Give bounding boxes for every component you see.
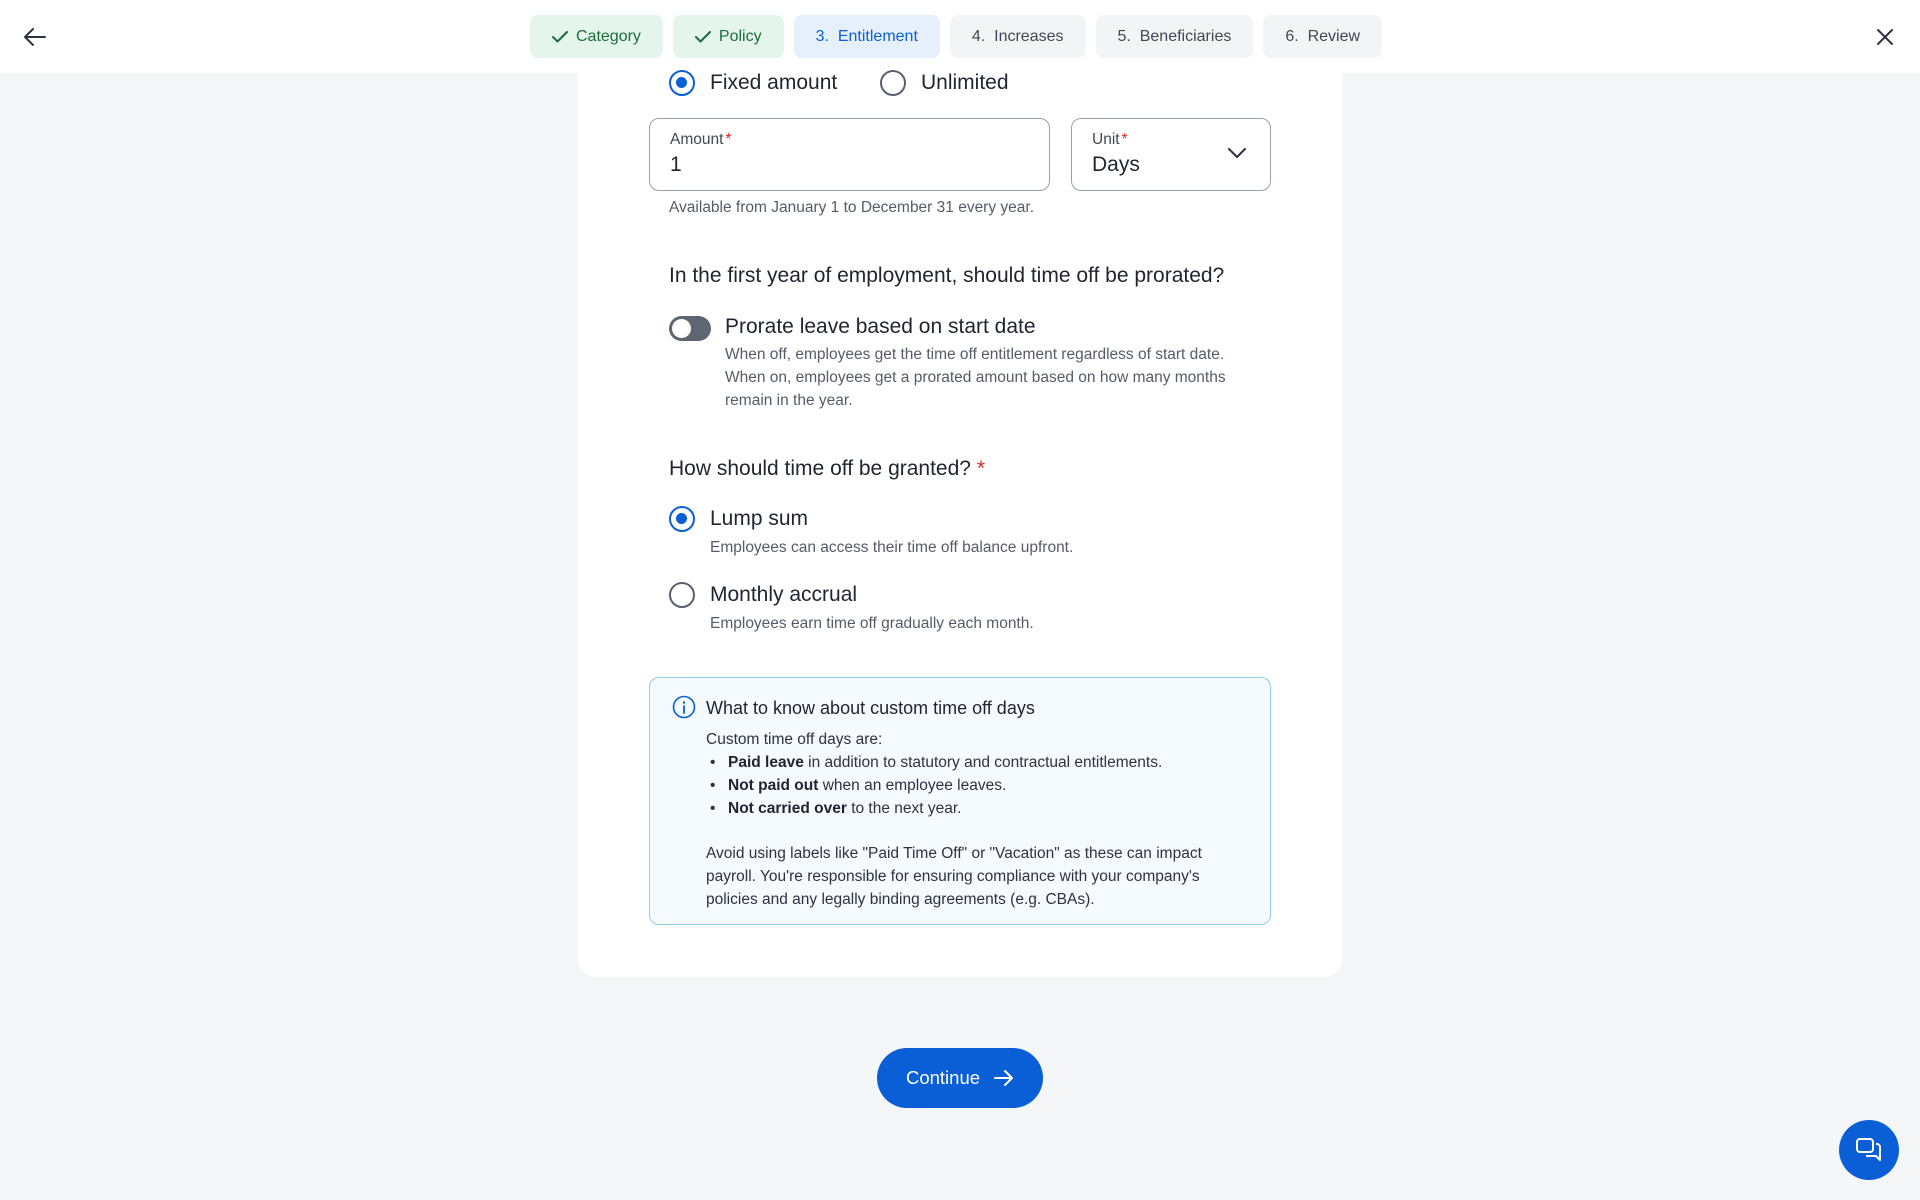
continue-label: Continue	[905, 1067, 981, 1088]
back-button[interactable]	[20, 22, 50, 52]
info-intro: Custom time off days are:	[706, 731, 883, 748]
step-category[interactable]: Category	[530, 15, 663, 58]
monthly-accrual-radio[interactable]	[669, 582, 695, 608]
unit-value: Days	[1092, 153, 1140, 176]
chat-icon	[1856, 1138, 1881, 1161]
step-review[interactable]: 6. Review	[1263, 15, 1383, 58]
prorate-toggle-label[interactable]: Prorate leave based on start date	[725, 315, 1036, 339]
availability-note: Available from January 1 to December 31 …	[669, 199, 1035, 216]
list-item: Not paid out when an employee leaves.	[706, 774, 1246, 797]
info-icon	[672, 695, 696, 724]
amount-label: Amount *	[670, 131, 732, 148]
unlimited-label[interactable]: Unlimited	[921, 71, 1009, 95]
unlimited-radio[interactable]	[880, 70, 906, 96]
info-title: What to know about custom time off days	[706, 698, 1035, 718]
monthly-accrual-label[interactable]: Monthly accrual	[710, 583, 857, 607]
continue-button[interactable]: Continue	[877, 1048, 1043, 1108]
arrow-left-icon	[24, 28, 46, 46]
unit-select[interactable]: Unit * Days	[1071, 118, 1271, 191]
step-policy[interactable]: Policy	[672, 15, 784, 58]
list-item: Paid leave in addition to statutory and …	[706, 751, 1246, 774]
step-increases[interactable]: 4. Increases	[949, 15, 1086, 58]
chat-button[interactable]	[1839, 1120, 1899, 1180]
info-callout: What to know about custom time off days …	[649, 677, 1271, 925]
info-body: Custom time off days are: Paid leave in …	[706, 728, 1246, 911]
prorate-description: When off, employees get the time off ent…	[725, 346, 1226, 409]
step-label: Policy	[718, 27, 762, 45]
lump-sum-label[interactable]: Lump sum	[710, 507, 808, 531]
prorate-toggle[interactable]	[669, 316, 711, 341]
stepper: Category Policy 3. Entitlement 4. Increa…	[530, 15, 1383, 58]
proration-question: In the first year of employment, should …	[669, 264, 1225, 287]
close-button[interactable]	[1870, 22, 1900, 52]
chevron-down-icon	[1228, 146, 1246, 164]
grant-question: How should time off be granted? *	[669, 457, 985, 480]
lump-sum-radio[interactable]	[669, 506, 695, 532]
amount-value: 1	[670, 153, 682, 176]
close-icon	[1877, 29, 1893, 45]
fixed-amount-radio[interactable]	[669, 70, 695, 96]
step-entitlement[interactable]: 3. Entitlement	[793, 15, 940, 58]
check-icon	[552, 30, 568, 43]
fixed-amount-label[interactable]: Fixed amount	[710, 71, 837, 95]
arrow-right-icon	[994, 1070, 1014, 1086]
top-navigation-bar: Category Policy 3. Entitlement 4. Increa…	[0, 0, 1920, 73]
amount-field[interactable]: Amount * 1	[649, 118, 1050, 191]
step-label: 4. Increases	[971, 27, 1064, 45]
step-beneficiaries[interactable]: 5. Beneficiaries	[1095, 15, 1254, 58]
step-label: 6. Review	[1285, 27, 1361, 45]
step-label: 3. Entitlement	[815, 27, 918, 45]
info-note: Avoid using labels like "Paid Time Off" …	[706, 845, 1202, 908]
step-label: 5. Beneficiaries	[1117, 27, 1232, 45]
step-label: Category	[576, 27, 641, 45]
monthly-accrual-description: Employees earn time off gradually each m…	[710, 615, 1034, 632]
unit-label: Unit *	[1092, 131, 1128, 148]
lump-sum-description: Employees can access their time off bala…	[710, 539, 1074, 556]
check-icon	[694, 30, 711, 43]
list-item: Not carried over to the next year.	[706, 797, 1246, 820]
info-bullets: Paid leave in addition to statutory and …	[706, 751, 1246, 820]
